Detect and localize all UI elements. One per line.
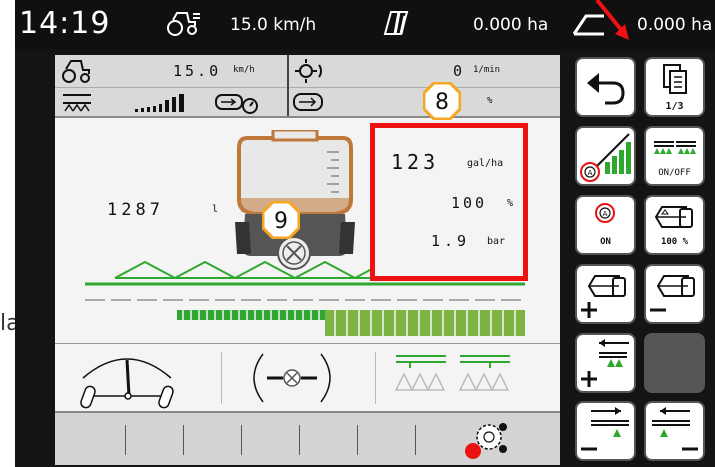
speed-readout: 15.0 km/h <box>230 15 317 35</box>
hundred-pct-label: 100 % <box>660 237 689 247</box>
pto-icon <box>295 59 322 83</box>
percent-unit: % <box>507 198 514 209</box>
boom-on-off-button[interactable]: ON/OFF <box>644 126 705 186</box>
svg-text:A: A <box>588 169 593 177</box>
info-row-flow: % <box>55 88 560 118</box>
footer-sep-3 <box>241 425 242 455</box>
rate-plus-icon <box>581 275 626 318</box>
terminal-screen: 14:19 15.0 km/h 0.000 ha 0.000 ha 15.0 k… <box>15 0 715 467</box>
sprayer-tank-icon <box>654 206 693 228</box>
auto-rate-ramp-icon: A <box>580 133 631 182</box>
section-remove-right-button[interactable] <box>575 401 636 461</box>
bottom-divider-1 <box>221 352 222 404</box>
callout-badge-8: 8 <box>423 82 461 120</box>
joystick-icon[interactable] <box>463 419 509 461</box>
empty-softkey <box>644 333 705 393</box>
clock: 14:19 <box>19 6 111 41</box>
softkey-panel: 1/3 A ON/OFF A ON 100 % <box>560 55 715 463</box>
pump-gauge-icon <box>215 94 258 114</box>
auto-rate-button[interactable]: A <box>575 126 636 186</box>
rate-unit: gal/ha <box>467 158 504 169</box>
on-label: ON <box>600 237 611 247</box>
back-button[interactable] <box>575 57 636 117</box>
field-area-icon <box>383 11 409 35</box>
rpm-value: 0 <box>453 62 463 80</box>
footer-sep-6 <box>415 425 416 455</box>
back-arrow-icon <box>587 73 625 105</box>
section-remove-right-icon <box>581 407 629 451</box>
percent-value: 100 <box>451 194 488 212</box>
footer-sep-4 <box>299 425 300 455</box>
auto-mode-icon: A <box>595 203 615 223</box>
main-valve-icon[interactable] <box>276 235 312 271</box>
rate-minus-icon <box>650 275 695 312</box>
tractor-icon <box>62 60 90 83</box>
rate-100-button[interactable]: 100 % <box>644 195 705 255</box>
red-arrow-annotation <box>595 0 629 40</box>
footer-sep-1 <box>125 425 126 455</box>
tractor-speed-icon <box>167 12 200 36</box>
flow-percent-unit: % <box>487 96 493 106</box>
rate-value: 123 <box>391 150 440 174</box>
area-total: 0.000 ha <box>473 15 549 35</box>
section-remove-left-icon <box>652 407 698 451</box>
application-rate-panel[interactable]: 123 gal/ha 100 % 1.9 bar <box>370 123 528 281</box>
status-bar: 14:19 15.0 km/h 0.000 ha 0.000 ha <box>15 0 715 50</box>
rpm-unit: 1/min <box>473 65 501 75</box>
tank-value: 1287 <box>107 200 164 220</box>
section-add-left-button[interactable] <box>575 333 636 393</box>
section-add-icon <box>581 339 629 387</box>
badge-8-text: 8 <box>435 90 449 115</box>
section-valve-icon[interactable] <box>245 350 355 406</box>
boom-height-icon <box>63 94 91 112</box>
boom-sections-icon[interactable] <box>390 350 520 406</box>
steering-axle-icon[interactable] <box>77 348 177 410</box>
pressure-unit: bar <box>487 236 506 247</box>
speed-value: 15.0 <box>173 62 222 80</box>
tank-unit: l <box>212 204 219 215</box>
pump-icon <box>293 93 323 111</box>
boom-onoff-icon <box>654 141 696 154</box>
section-remove-left-button[interactable] <box>644 401 705 461</box>
signal-bars-icon <box>135 94 184 112</box>
auto-on-button[interactable]: A ON <box>575 195 636 255</box>
rate-decrease-button[interactable] <box>644 264 705 324</box>
page-indicator: 1/3 <box>665 101 684 112</box>
badge-9-text: 9 <box>274 209 288 234</box>
info-divider-2 <box>287 88 289 116</box>
rate-increase-button[interactable] <box>575 264 636 324</box>
bottom-divider-2 <box>375 352 376 404</box>
on-off-label: ON/OFF <box>658 168 691 178</box>
svg-text:A: A <box>603 210 608 218</box>
info-row-speed: 15.0 km/h 0 1/min <box>55 55 560 115</box>
page-switch-button[interactable]: 1/3 <box>644 57 705 117</box>
footer-sep-5 <box>357 425 358 455</box>
speed-unit: km/h <box>233 65 255 75</box>
footer-sep-2 <box>183 425 184 455</box>
callout-badge-9: 9 <box>262 201 300 239</box>
area-work: 0.000 ha <box>637 15 713 35</box>
steering-section <box>55 343 560 412</box>
pressure-value: 1.9 <box>431 232 471 250</box>
pages-icon <box>663 64 687 94</box>
section-footer <box>55 411 560 465</box>
